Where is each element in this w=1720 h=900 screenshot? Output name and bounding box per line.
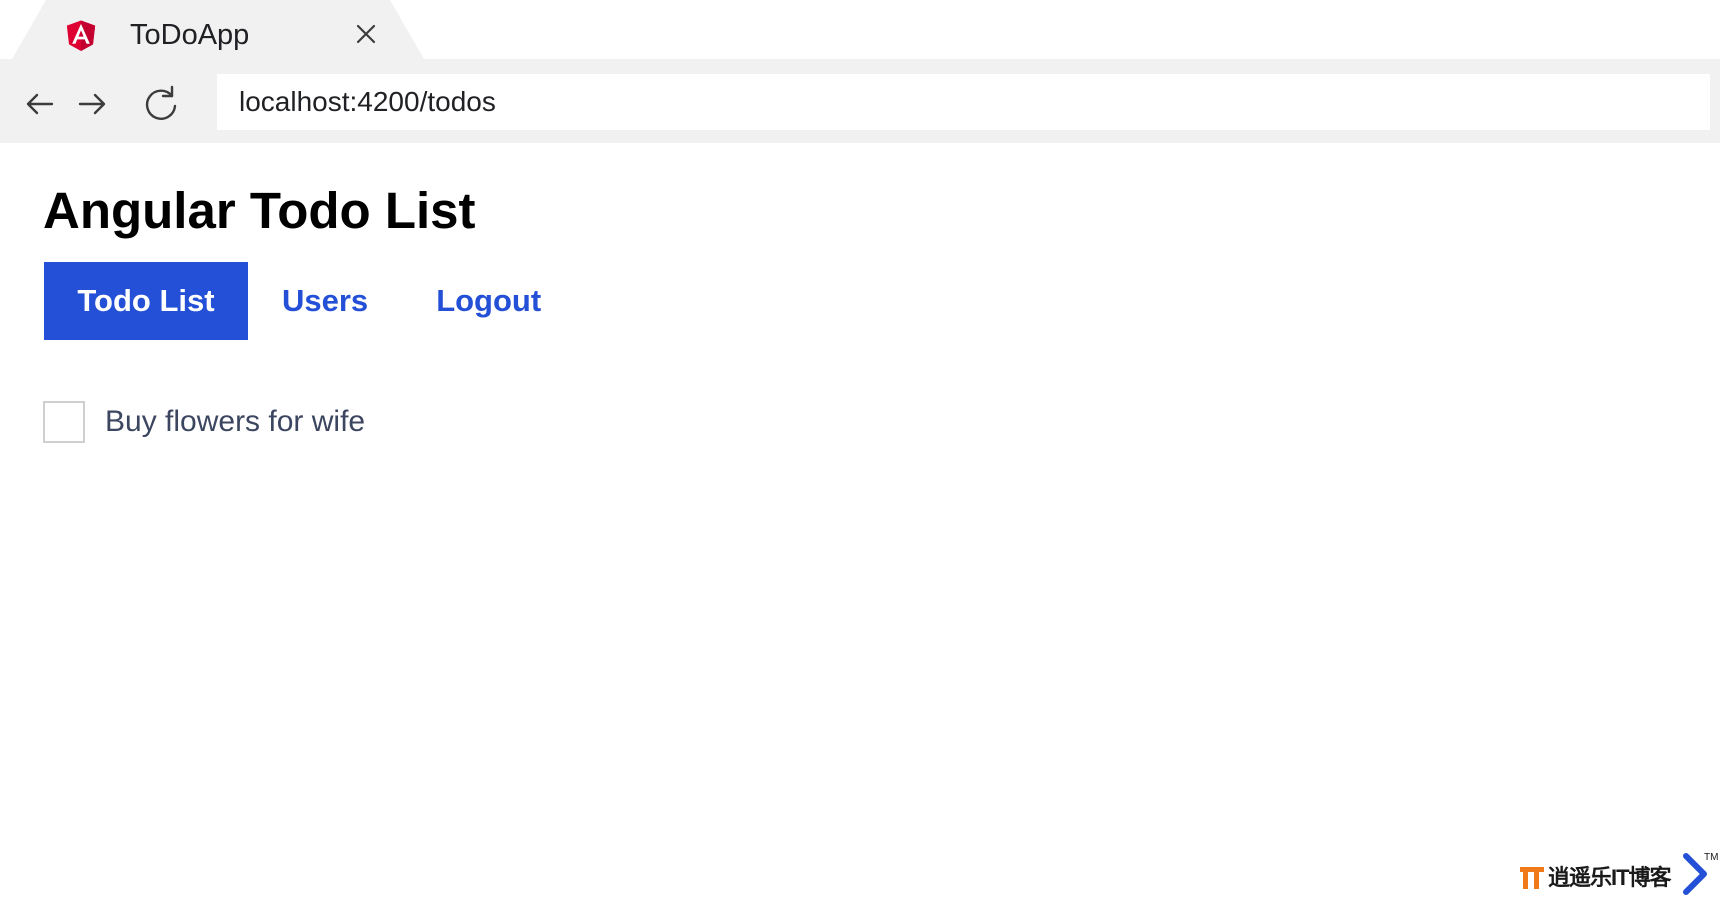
browser-chrome: ToDoApp bbox=[0, 0, 1720, 143]
forward-button[interactable] bbox=[72, 84, 112, 124]
arrow-right-icon bbox=[78, 93, 106, 115]
watermark-text: 逍遥乐IT博客 bbox=[1548, 865, 1672, 890]
angular-logo-icon bbox=[66, 20, 96, 51]
nav-users-link[interactable]: Users bbox=[248, 262, 402, 340]
page-content: Angular Todo List Todo List Users Logout… bbox=[0, 143, 1720, 900]
reload-icon bbox=[145, 85, 177, 120]
todo-text: Buy flowers for wife bbox=[105, 405, 366, 438]
address-bar[interactable] bbox=[217, 74, 1710, 130]
main-nav: Todo List Users Logout bbox=[44, 262, 575, 340]
it-logo-icon bbox=[1520, 867, 1544, 889]
trademark-mark: TM bbox=[1704, 852, 1719, 863]
back-button[interactable] bbox=[20, 84, 60, 124]
reload-button[interactable] bbox=[139, 82, 183, 126]
tab-strip: ToDoApp bbox=[0, 0, 1720, 59]
todo-checkbox[interactable] bbox=[43, 401, 85, 443]
nav-todo-list-link[interactable]: Todo List bbox=[44, 262, 248, 340]
arrow-left-icon bbox=[26, 93, 54, 115]
tab-title: ToDoApp bbox=[130, 19, 250, 51]
todo-item: Buy flowers for wife bbox=[43, 399, 365, 445]
page-title: Angular Todo List bbox=[43, 182, 476, 239]
watermark-logo: 逍遥乐IT博客 TM bbox=[1518, 852, 1718, 898]
nav-logout-link[interactable]: Logout bbox=[402, 262, 575, 340]
close-icon[interactable] bbox=[352, 20, 380, 48]
